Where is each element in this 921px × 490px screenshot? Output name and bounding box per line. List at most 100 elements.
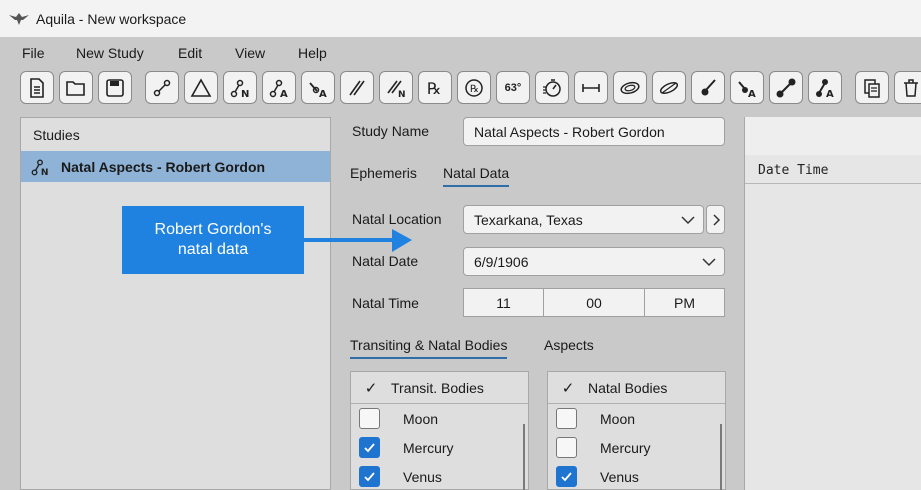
menu-help[interactable]: Help: [298, 45, 327, 61]
chevron-down-icon: [681, 215, 695, 224]
mercury-natal-checkbox[interactable]: [556, 437, 577, 458]
svg-text:A: A: [748, 89, 756, 99]
natal-time-ampm[interactable]: PM: [644, 288, 725, 317]
slash-a-button[interactable]: A: [730, 71, 764, 104]
ring-tilt-button[interactable]: [652, 71, 686, 104]
new-file-icon: [30, 77, 44, 98]
save-button[interactable]: [98, 71, 132, 104]
mercury-transit-checkbox[interactable]: [359, 437, 380, 458]
dots-a-button[interactable]: A: [808, 71, 842, 104]
tab-aspects[interactable]: Aspects: [544, 337, 594, 353]
ring-tilt-icon: [659, 81, 679, 94]
list-item[interactable]: Venus: [351, 462, 528, 490]
list-item[interactable]: Moon: [548, 404, 725, 433]
save-icon: [106, 78, 124, 97]
list-item-label: Moon: [600, 410, 636, 427]
natal-location-label: Natal Location: [352, 211, 442, 227]
list-item[interactable]: Mercury: [548, 433, 725, 462]
slash-a-icon: A: [738, 80, 756, 99]
transit-bodies-header: Transit. Bodies: [391, 379, 484, 396]
natal-location-select[interactable]: Texarkana, Texas: [463, 205, 704, 234]
list-item-label: Venus: [403, 468, 442, 485]
rx-button[interactable]: ℞: [418, 71, 452, 104]
r-circle-icon: ℞: [465, 78, 483, 97]
ring-icon: [620, 81, 640, 94]
natal-aspect-icon: N: [31, 159, 49, 177]
dots-a-icon: A: [816, 78, 834, 99]
natal-location-next-button[interactable]: [706, 205, 725, 234]
aspect-a-alt-button[interactable]: A: [301, 71, 335, 104]
menu-new-study[interactable]: New Study: [76, 45, 144, 61]
list-item[interactable]: Mercury: [351, 433, 528, 462]
copy-button[interactable]: [855, 71, 889, 104]
parallel-n-button[interactable]: N: [379, 71, 413, 104]
r-circle-button[interactable]: ℞: [457, 71, 491, 104]
natal-location-value: Texarkana, Texas: [474, 211, 583, 228]
aspect-a-button[interactable]: A: [262, 71, 296, 104]
rx-icon: ℞: [427, 79, 441, 98]
checkmark-icon: [364, 472, 375, 482]
trash-button[interactable]: [894, 71, 921, 104]
list-item[interactable]: Moon: [351, 404, 528, 433]
menu-edit[interactable]: Edit: [178, 45, 202, 61]
list-item[interactable]: Venus: [548, 462, 725, 490]
line-aspect-button[interactable]: [145, 71, 179, 104]
natal-bodies-panel: ✓ Natal Bodies Moon Mercury Venus: [547, 371, 726, 490]
svg-text:N: N: [41, 168, 49, 177]
study-name-input[interactable]: Natal Aspects - Robert Gordon: [463, 117, 725, 146]
open-folder-icon: [66, 80, 85, 96]
timer-button[interactable]: [535, 71, 569, 104]
natal-date-picker[interactable]: 6/9/1906: [463, 247, 725, 276]
natal-scrollbar[interactable]: [720, 424, 722, 490]
svg-text:A: A: [280, 89, 288, 99]
slash-point-button[interactable]: [691, 71, 725, 104]
tab-natal-data[interactable]: Natal Data: [443, 165, 510, 187]
new-file-button[interactable]: [20, 71, 54, 104]
moon-natal-checkbox[interactable]: [556, 408, 577, 429]
triangle-button[interactable]: [184, 71, 218, 104]
list-item-label: Moon: [403, 410, 439, 427]
moon-transit-checkbox[interactable]: [359, 408, 380, 429]
span-button[interactable]: [574, 71, 608, 104]
natal-time-hour[interactable]: 11: [463, 288, 544, 317]
degree-button[interactable]: 63°: [496, 71, 530, 104]
natal-time-minute[interactable]: 00: [543, 288, 645, 317]
natal-bodies-header: Natal Bodies: [588, 379, 668, 396]
checkmark-icon: [561, 472, 572, 482]
annotation-callout: Robert Gordon's natal data: [122, 206, 304, 274]
list-item-label: Venus: [600, 468, 639, 485]
tab-ephemeris[interactable]: Ephemeris: [350, 165, 417, 181]
natal-aspect-icon: N: [230, 79, 249, 99]
open-folder-button[interactable]: [59, 71, 93, 104]
select-all-transit-toggle[interactable]: ✓: [351, 379, 391, 397]
parallel-icon: [349, 80, 365, 95]
callout-arrow-icon: [300, 229, 412, 252]
svg-text:℞: ℞: [470, 84, 479, 95]
venus-natal-checkbox[interactable]: [556, 466, 577, 487]
select-all-natal-toggle[interactable]: ✓: [548, 379, 588, 397]
aspect-a-icon: A: [269, 79, 288, 99]
venus-transit-checkbox[interactable]: [359, 466, 380, 487]
chevron-down-icon: [702, 257, 716, 266]
tab-transiting-natal-bodies[interactable]: Transiting & Natal Bodies: [350, 337, 508, 359]
parallel-button[interactable]: [340, 71, 374, 104]
dots-link-button[interactable]: [769, 71, 803, 104]
slash-point-icon: [701, 78, 716, 95]
svg-text:N: N: [398, 90, 406, 99]
dots-link-icon: [776, 78, 796, 97]
checkmark-icon: [364, 443, 375, 453]
menu-bar: File New Study Edit View Help: [0, 37, 921, 69]
svg-text:N: N: [241, 89, 249, 99]
menu-view[interactable]: View: [235, 45, 265, 61]
menu-file[interactable]: File: [22, 45, 45, 61]
list-item-label: Mercury: [403, 439, 454, 456]
window-title: Aquila - New workspace: [36, 10, 187, 27]
transit-scrollbar[interactable]: [523, 424, 525, 490]
ring-button[interactable]: [613, 71, 647, 104]
callout-line-1: Robert Gordon's: [154, 221, 272, 238]
svg-text:A: A: [319, 89, 327, 99]
study-item[interactable]: N Natal Aspects - Robert Gordon: [21, 151, 330, 182]
study-name-label: Study Name: [352, 123, 430, 139]
natal-aspect-button[interactable]: N: [223, 71, 257, 104]
date-time-column-header[interactable]: Date Time: [758, 163, 828, 178]
